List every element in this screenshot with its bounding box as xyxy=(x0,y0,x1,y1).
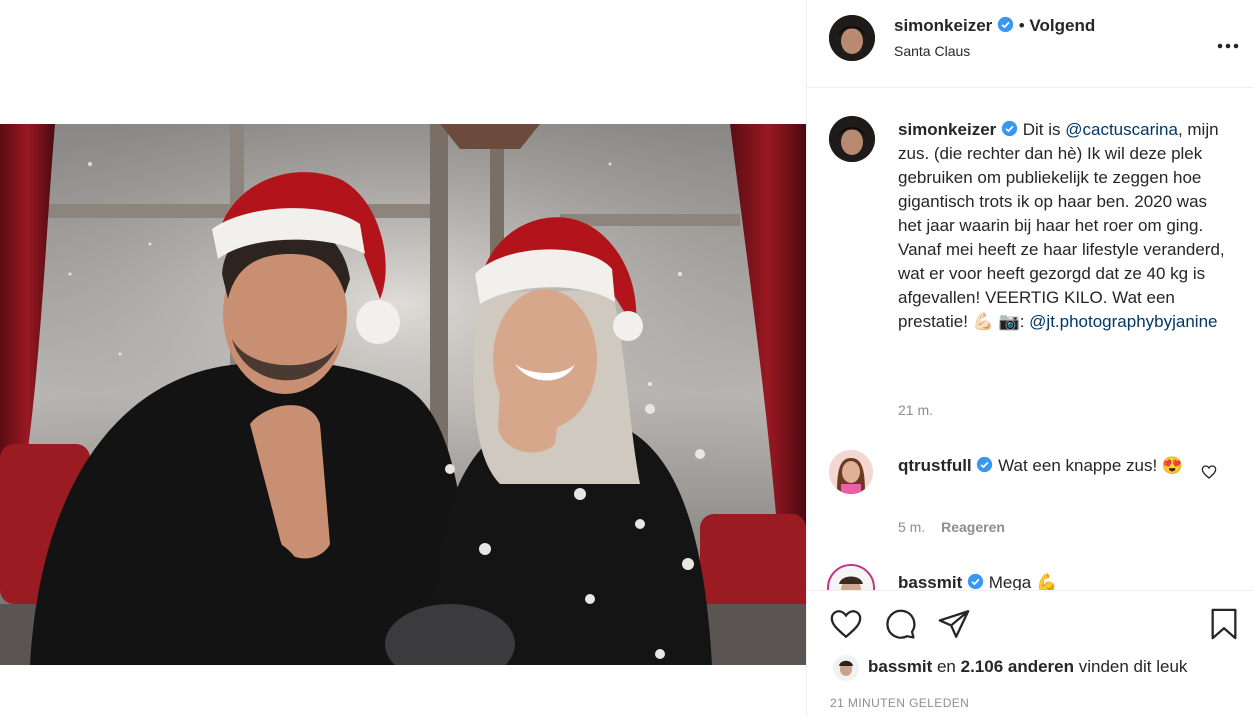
comment-meta: 5 m. Reageren xyxy=(898,519,1005,535)
avatar-image xyxy=(829,566,873,590)
comment-username[interactable]: bassmit xyxy=(898,573,962,590)
avatar-image xyxy=(833,655,859,681)
comment-time[interactable]: 5 m. xyxy=(898,519,925,535)
comments-section[interactable]: simonkeizer Dit is @cactuscarina, mijn z… xyxy=(807,88,1254,590)
caption-text-2: , mijn zus. (die rechter dan hè) Ik wil … xyxy=(898,120,1225,331)
like-heart-icon[interactable] xyxy=(829,607,863,641)
caption-author-avatar[interactable] xyxy=(829,116,875,162)
photo-illustration xyxy=(0,124,806,665)
post-timestamp[interactable]: 21 MINUTEN GELEDEN xyxy=(830,696,969,710)
share-paper-plane-icon[interactable] xyxy=(937,607,971,641)
save-bookmark-icon[interactable] xyxy=(1207,607,1241,641)
post-caption: simonkeizer Dit is @cactuscarina, mijn z… xyxy=(898,118,1228,334)
comment-item: bassmit Mega 💪 xyxy=(898,571,1198,590)
likes-connector: en xyxy=(932,657,961,676)
comment-item: qtrustfull Wat een knappe zus! 😍 xyxy=(898,454,1198,478)
avatar-image xyxy=(829,450,873,494)
caption-username[interactable]: simonkeizer xyxy=(898,120,996,139)
comment-text: Mega 💪 xyxy=(983,573,1058,590)
comment-avatar-qtrustfull[interactable] xyxy=(829,450,873,494)
caption-time[interactable]: 21 m. xyxy=(898,402,933,418)
comment-username[interactable]: qtrustfull xyxy=(898,456,972,475)
reply-button[interactable]: Reageren xyxy=(941,519,1005,535)
liker-username[interactable]: bassmit xyxy=(868,657,932,676)
comment-like-heart-icon[interactable] xyxy=(1201,464,1217,480)
avatar-image xyxy=(829,116,875,162)
caption-mention-photographer[interactable]: @jt.photographybyjanine xyxy=(1029,312,1217,331)
caption-text-1: Dit is xyxy=(1018,120,1066,139)
post-media-pane xyxy=(0,0,806,717)
follow-separator: • xyxy=(1018,16,1025,35)
author-avatar[interactable] xyxy=(829,15,875,61)
more-options-icon[interactable] xyxy=(1217,36,1239,49)
follow-button[interactable]: Volgend xyxy=(1029,16,1095,35)
caption-mention-cactuscarina[interactable]: @cactuscarina xyxy=(1065,120,1178,139)
avatar-image xyxy=(829,15,875,61)
action-bar: bassmit en 2.106 anderen vinden dit leuk… xyxy=(807,590,1254,718)
verified-badge-icon xyxy=(997,16,1014,33)
post-location[interactable]: Santa Claus xyxy=(894,43,970,59)
verified-badge-icon xyxy=(977,456,993,473)
comment-bubble-icon[interactable] xyxy=(883,607,917,641)
post-photo[interactable] xyxy=(0,124,806,665)
post-author-row: simonkeizer • Volgend xyxy=(894,16,1095,36)
comment-text: Wat een knappe zus! 😍 xyxy=(993,456,1184,475)
post-sidebar: simonkeizer • Volgend Santa Claus simonk… xyxy=(806,0,1254,717)
post-username[interactable]: simonkeizer xyxy=(894,16,992,35)
liker-avatar[interactable] xyxy=(833,655,859,681)
likes-suffix: vinden dit leuk xyxy=(1074,657,1188,676)
likes-summary: bassmit en 2.106 anderen vinden dit leuk xyxy=(868,657,1187,677)
verified-badge-icon xyxy=(1001,120,1018,137)
verified-badge-icon xyxy=(967,573,984,590)
likes-count[interactable]: 2.106 anderen xyxy=(961,657,1074,676)
post-header: simonkeizer • Volgend Santa Claus xyxy=(807,0,1254,88)
comment-avatar-bassmit[interactable] xyxy=(827,564,875,590)
